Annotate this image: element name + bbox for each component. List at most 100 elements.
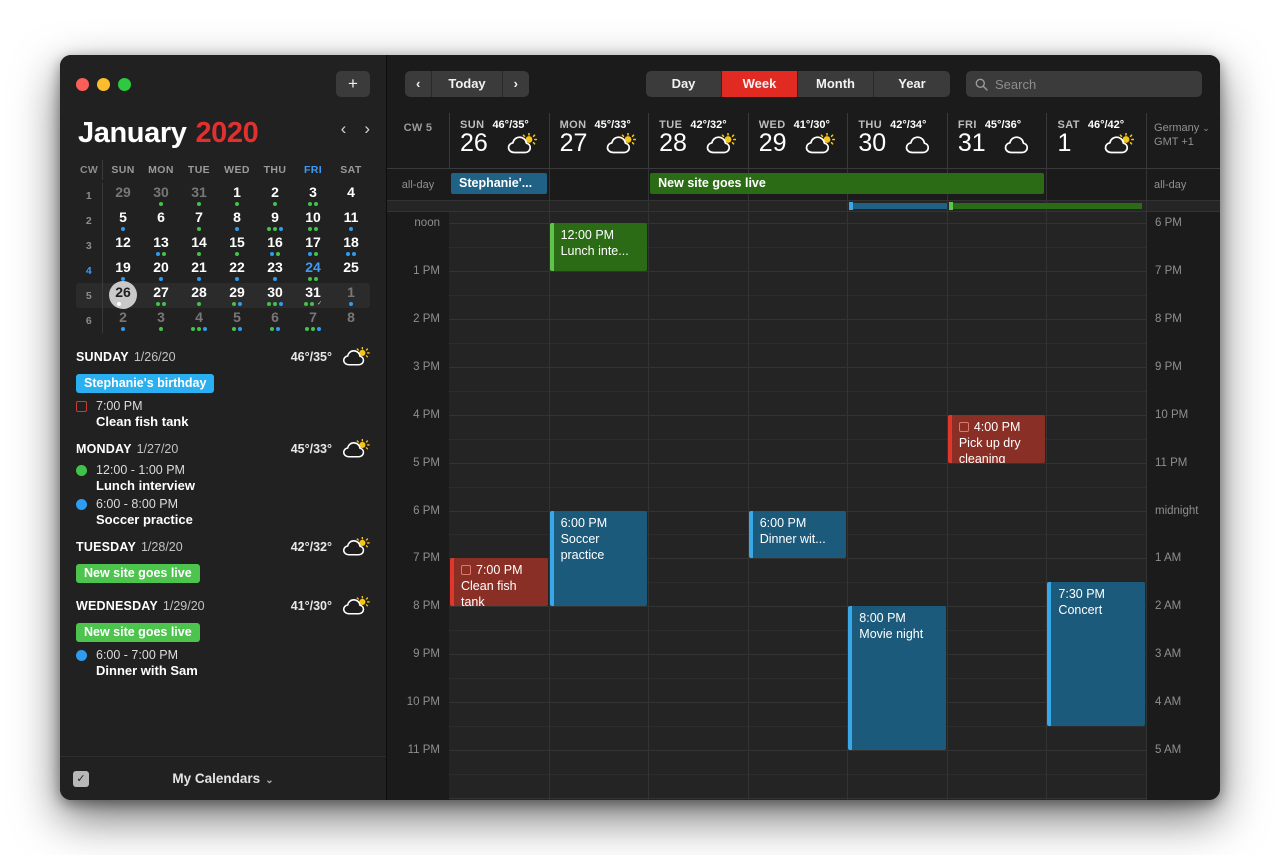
mini-cal-day[interactable]: 14	[180, 233, 218, 258]
calendar-event[interactable]: 7:00 PM Clean fish tank	[450, 558, 548, 606]
mini-cal-day[interactable]: 3	[142, 308, 180, 333]
next-month-icon[interactable]: ›	[364, 119, 370, 139]
day-column-header[interactable]: MON 45°/33° 27	[549, 113, 649, 168]
mini-cal-day[interactable]: 22	[218, 258, 256, 283]
all-day-events[interactable]: Stephanie'... New site goes live	[449, 169, 1146, 200]
mini-cal-day[interactable]: 19	[104, 258, 142, 283]
mini-cal-day[interactable]: 13	[142, 233, 180, 258]
calendar-event[interactable]: 7:30 PM Concert	[1047, 582, 1145, 726]
mini-cal-day[interactable]: 23	[256, 258, 294, 283]
day-column-header[interactable]: FRI 45°/36° 31	[947, 113, 1047, 168]
agenda-event-item[interactable]: 6:00 - 8:00 PMSoccer practice	[76, 497, 370, 527]
mini-cal-day[interactable]: 18	[332, 233, 370, 258]
agenda-event-item[interactable]: 6:00 - 7:00 PMDinner with Sam	[76, 648, 370, 678]
mini-cal-week-row[interactable]: 526✓2728293031✓1	[76, 283, 370, 308]
todo-checkbox[interactable]	[76, 401, 87, 412]
my-calendars-button[interactable]: My Calendars⌄	[60, 771, 386, 786]
mini-cal-day[interactable]: 5	[104, 208, 142, 233]
mini-cal-day[interactable]: 27	[142, 283, 180, 308]
mini-cal-day[interactable]: 29	[104, 183, 142, 208]
view-tab-month[interactable]: Month	[798, 71, 874, 97]
agenda-all-day-event[interactable]: New site goes live	[76, 623, 200, 642]
day-column-header[interactable]: SUN 46°/35° 26	[449, 113, 549, 168]
mini-cal-day[interactable]: 31✓	[294, 283, 332, 308]
mini-cal-day[interactable]: 5	[218, 308, 256, 333]
todo-checkbox[interactable]	[461, 565, 471, 575]
day-column-header[interactable]: WED 41°/30° 29	[748, 113, 848, 168]
day-column-header[interactable]: SAT 46°/42° 1	[1046, 113, 1146, 168]
view-tab-year[interactable]: Year	[874, 71, 950, 97]
mini-cal-day[interactable]: 21	[180, 258, 218, 283]
today-button[interactable]: Today	[432, 71, 502, 97]
search-input[interactable]: Search	[966, 71, 1202, 97]
mini-cal-day[interactable]: 3	[294, 183, 332, 208]
todo-checkbox[interactable]	[959, 422, 969, 432]
mini-cal-day[interactable]: 15	[218, 233, 256, 258]
agenda-all-day-event[interactable]: Stephanie's birthday	[76, 374, 214, 393]
mini-cal-day[interactable]: 4	[332, 183, 370, 208]
mini-cal-day[interactable]: 7	[180, 208, 218, 233]
mini-cal-day[interactable]: 1	[218, 183, 256, 208]
calendar-event[interactable]: 8:00 PM Movie night	[848, 606, 946, 750]
mini-cal-week-row[interactable]: 12930311234	[76, 183, 370, 208]
add-event-button[interactable]: +	[336, 71, 370, 97]
view-tab-week[interactable]: Week	[722, 71, 798, 97]
mini-cal-day[interactable]: 1	[332, 283, 370, 308]
all-day-event[interactable]: Stephanie'...	[451, 173, 547, 194]
mini-cal-day[interactable]: 24	[294, 258, 332, 283]
mini-cal-day[interactable]: 6	[256, 308, 294, 333]
day-column-header[interactable]: THU 42°/34° 30	[847, 113, 947, 168]
mini-cal-day[interactable]: 11	[332, 208, 370, 233]
all-day-event[interactable]: New site goes live	[650, 173, 1044, 194]
mini-cal-week-row[interactable]: 62345678	[76, 308, 370, 333]
mini-cal-day[interactable]: 25	[332, 258, 370, 283]
calendar-event[interactable]: 12:00 PM Lunch inte...	[550, 223, 648, 271]
view-tab-day[interactable]: Day	[646, 71, 722, 97]
minimize-button[interactable]	[97, 78, 110, 91]
agenda-all-day-event[interactable]: New site goes live	[76, 564, 200, 583]
event-dot	[314, 202, 318, 206]
mini-cal-day[interactable]: 9	[256, 208, 294, 233]
mini-cal-week-row[interactable]: 312131415161718	[76, 233, 370, 258]
calendar-event[interactable]: 6:00 PM Soccer practice	[550, 511, 648, 607]
timezone-selector[interactable]: Germany⌄ GMT +1	[1146, 113, 1220, 168]
mini-cal-day[interactable]: 8	[218, 208, 256, 233]
day-column-header[interactable]: TUE 42°/32° 28	[648, 113, 748, 168]
mini-cal-day[interactable]: 31	[180, 183, 218, 208]
mini-cal-day[interactable]: 28	[180, 283, 218, 308]
event-dot	[304, 302, 308, 306]
mini-cal-day[interactable]: 17	[294, 233, 332, 258]
mini-calendar[interactable]: CWSUNMONTUEWEDTHUFRISAT12930311234256789…	[60, 160, 386, 333]
agenda-todo-item[interactable]: 7:00 PMClean fish tank	[76, 399, 370, 429]
prev-month-icon[interactable]: ‹	[341, 119, 347, 139]
mini-cal-week-row[interactable]: 419202122232425	[76, 258, 370, 283]
mini-cal-day[interactable]: 2	[104, 308, 142, 333]
mini-cal-day[interactable]: 8	[332, 308, 370, 333]
mini-cal-day[interactable]: 12	[104, 233, 142, 258]
calendar-event[interactable]: 4:00 PM Pick up dry cleaning	[948, 415, 1046, 463]
close-button[interactable]	[76, 78, 89, 91]
mini-cal-week-number: 4	[76, 265, 102, 277]
mini-cal-day[interactable]: 30	[256, 283, 294, 308]
agenda-event-item[interactable]: 12:00 - 1:00 PMLunch interview	[76, 463, 370, 493]
mini-cal-day[interactable]: 30	[142, 183, 180, 208]
view-switcher[interactable]: DayWeekMonthYear	[646, 71, 950, 97]
calendar-event[interactable]: 6:00 PM Dinner wit...	[749, 511, 847, 559]
mini-cal-day[interactable]: 2	[256, 183, 294, 208]
mini-cal-day[interactable]: 16	[256, 233, 294, 258]
maximize-button[interactable]	[118, 78, 131, 91]
mini-cal-day[interactable]: 7	[294, 308, 332, 333]
next-week-button[interactable]: ›	[503, 71, 529, 97]
mini-cal-day[interactable]: 20	[142, 258, 180, 283]
mini-cal-day[interactable]: 6	[142, 208, 180, 233]
event-dot	[117, 302, 121, 306]
mini-cal-day[interactable]: 26✓	[104, 283, 142, 308]
prev-week-button[interactable]: ‹	[405, 71, 432, 97]
mini-cal-day[interactable]: 4	[180, 308, 218, 333]
mini-cal-day[interactable]: 29	[218, 283, 256, 308]
my-calendars-checkbox[interactable]: ✓	[73, 771, 89, 787]
mini-cal-week-row[interactable]: 2567891011	[76, 208, 370, 233]
time-grid-body[interactable]: 12:00 PM Lunch inte... 4:00 PM Pick up d…	[449, 212, 1146, 800]
mini-cal-day[interactable]: 10	[294, 208, 332, 233]
weather-icon-partly-cloudy	[342, 347, 370, 367]
